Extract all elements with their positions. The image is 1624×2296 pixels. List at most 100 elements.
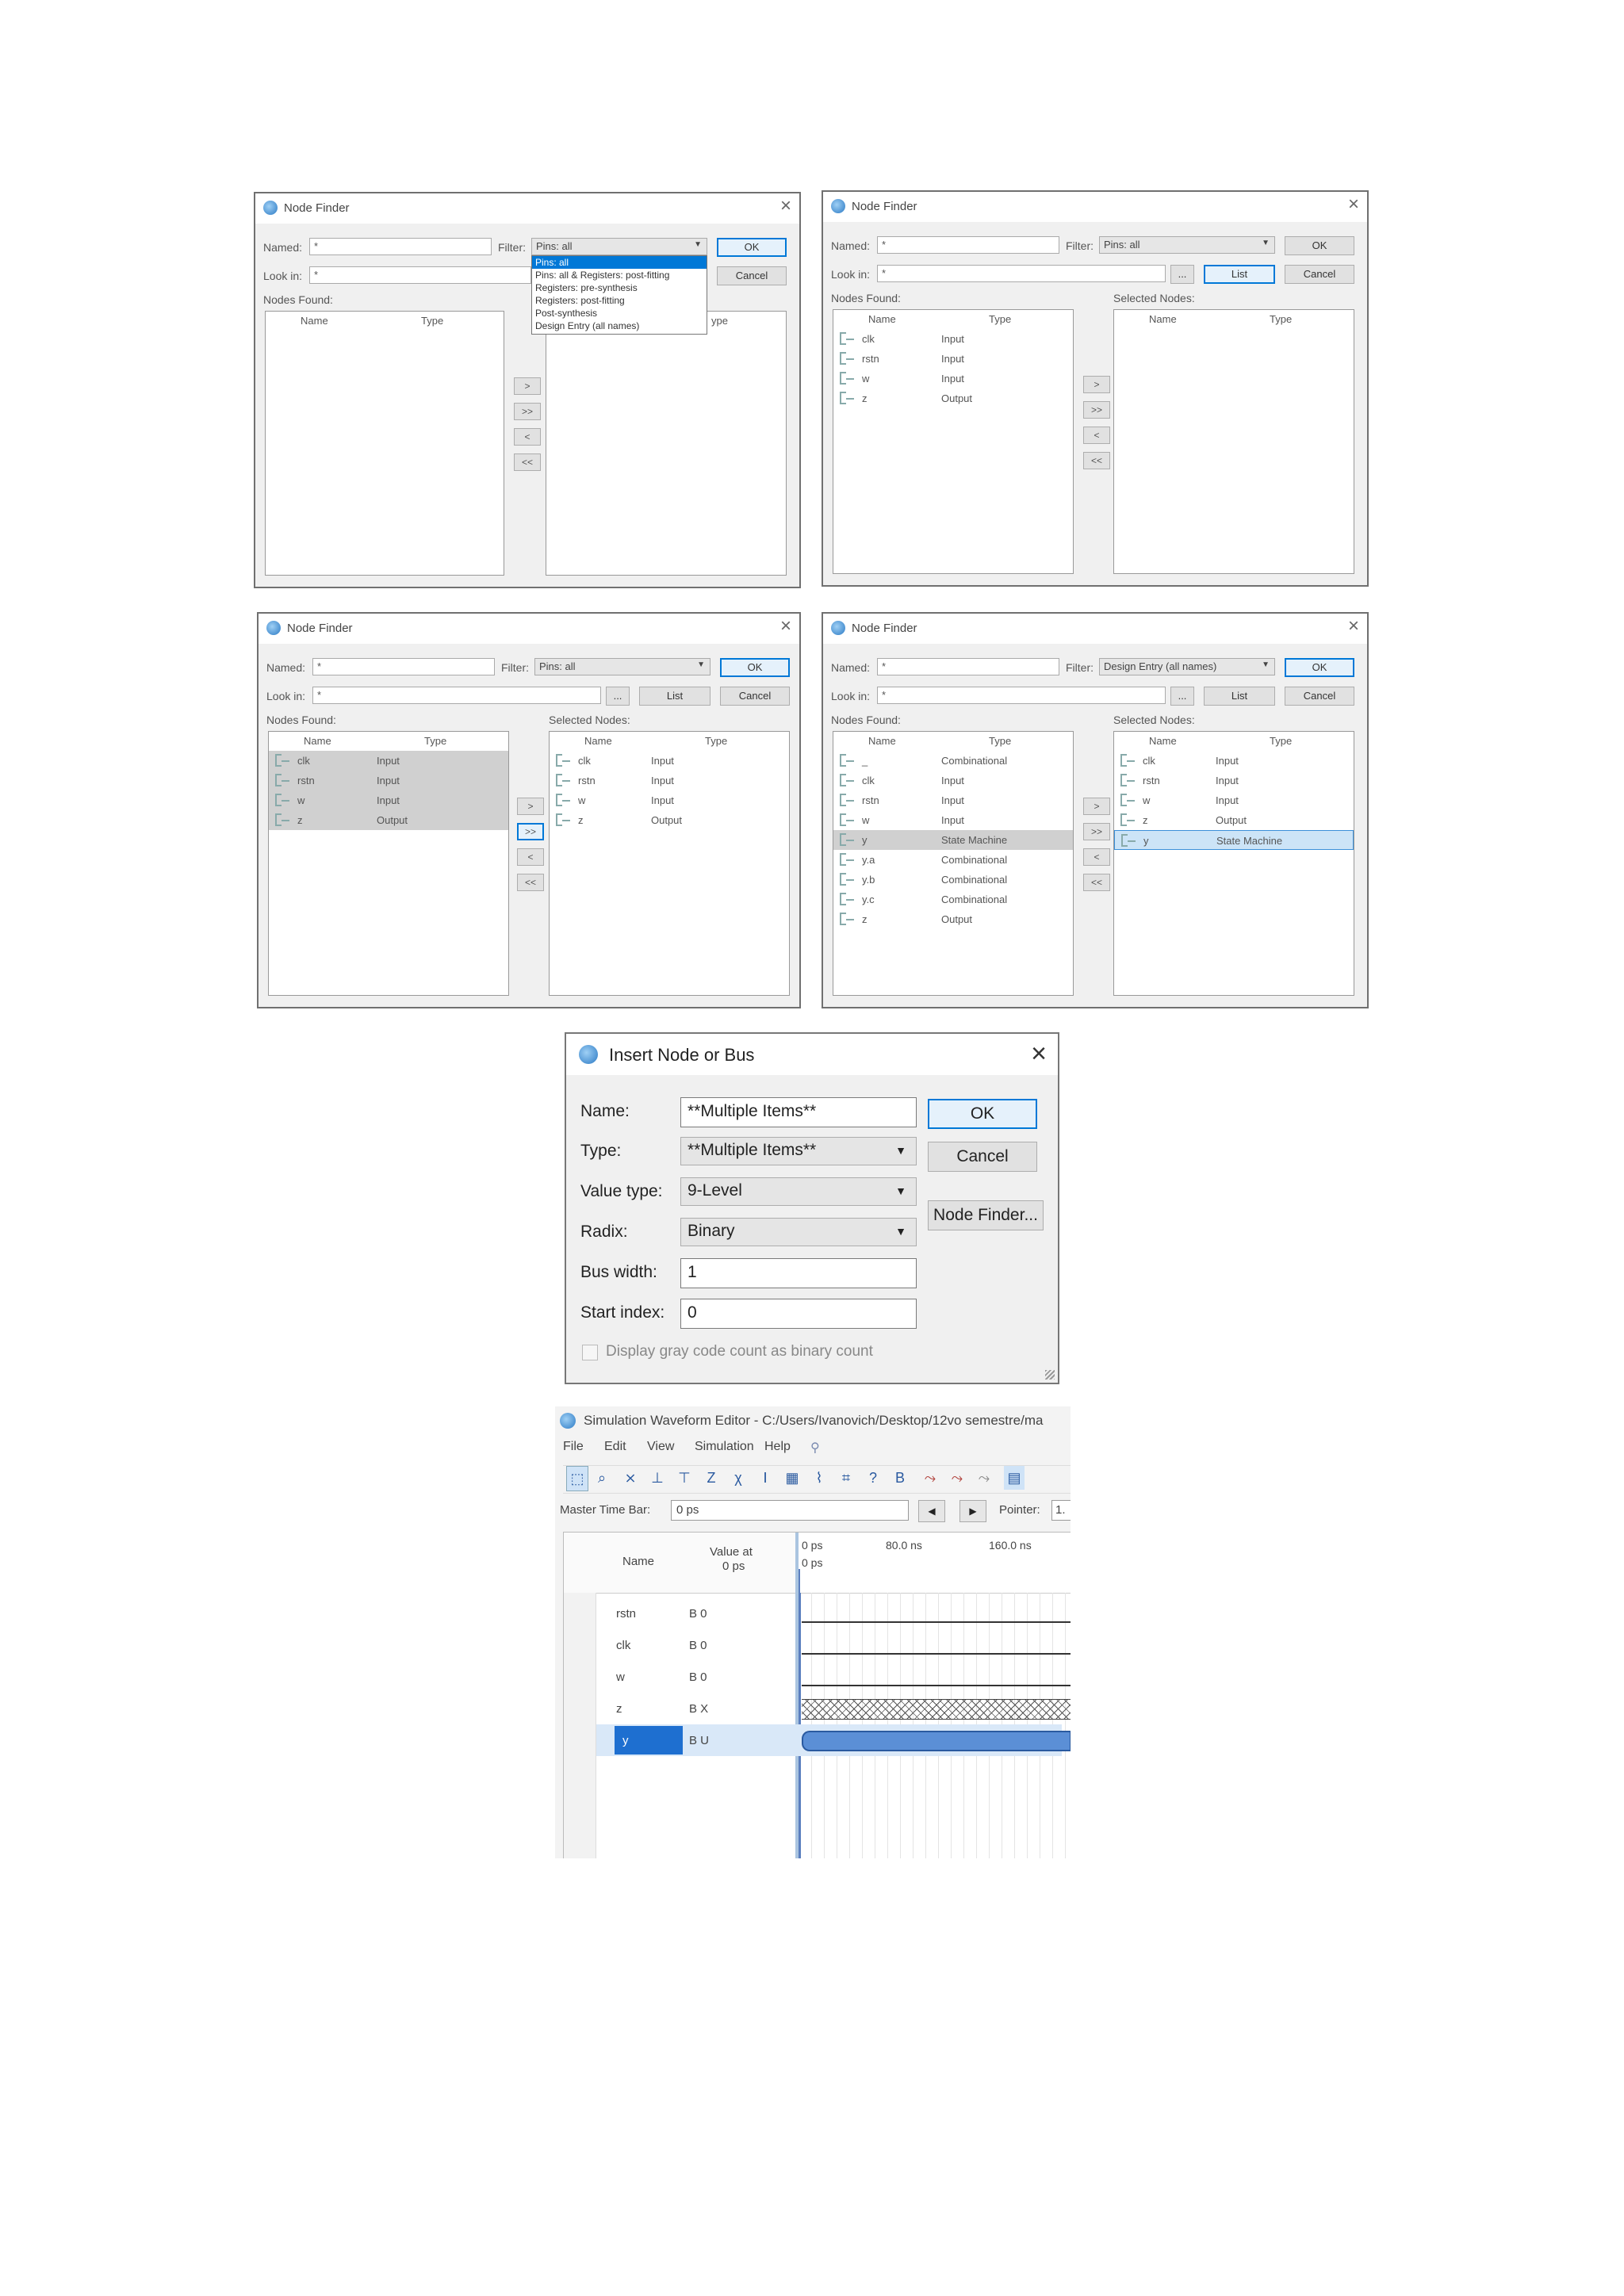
- close-icon[interactable]: ×: [1348, 195, 1359, 214]
- filter-dropdown-menu[interactable]: Pins: all Pins: all & Registers: post-fi…: [531, 255, 707, 335]
- move-left-button[interactable]: <: [514, 428, 541, 446]
- filter-option[interactable]: Registers: post-fitting: [532, 294, 707, 307]
- signal-row-clk[interactable]: clk B 0: [564, 1629, 1071, 1661]
- look-in-input[interactable]: *: [309, 266, 531, 284]
- netlist-icon[interactable]: ⤳: [974, 1466, 994, 1490]
- list-item[interactable]: z Output: [1114, 810, 1354, 830]
- move-all-right-button[interactable]: >>: [514, 403, 541, 420]
- move-all-left-button[interactable]: <<: [1083, 874, 1110, 891]
- type-column-header[interactable]: Type: [989, 313, 1011, 325]
- type-column-header[interactable]: Type: [1270, 313, 1292, 325]
- move-all-right-button[interactable]: >>: [1083, 401, 1110, 419]
- forcing-high-icon[interactable]: ⊤: [674, 1466, 695, 1490]
- type-column-header[interactable]: Type: [1270, 735, 1292, 747]
- arbitrary-value-icon[interactable]: ⌗: [836, 1466, 856, 1490]
- cancel-button[interactable]: Cancel: [720, 687, 790, 706]
- move-left-button[interactable]: <: [517, 848, 544, 866]
- list-button[interactable]: List: [639, 687, 710, 706]
- type-column-header[interactable]: Type: [421, 315, 443, 327]
- node-finder-button[interactable]: Node Finder...: [928, 1200, 1044, 1230]
- filter-option[interactable]: Pins: all: [532, 256, 707, 269]
- name-input[interactable]: **Multiple Items**: [680, 1097, 917, 1127]
- look-in-input[interactable]: *: [312, 687, 601, 704]
- browse-button[interactable]: ...: [606, 687, 630, 706]
- previous-transition-icon[interactable]: ◀: [918, 1500, 945, 1522]
- list-item[interactable]: rstn Input: [1114, 771, 1354, 790]
- close-icon[interactable]: ×: [1348, 617, 1359, 636]
- list-item[interactable]: z Output: [833, 909, 1073, 929]
- move-right-button[interactable]: >: [1083, 376, 1110, 393]
- move-right-button[interactable]: >: [514, 377, 541, 395]
- next-transition-icon[interactable]: ▶: [959, 1500, 986, 1522]
- zoom-tool-icon[interactable]: ⌕: [592, 1466, 612, 1490]
- waveform-view-icon[interactable]: ▤: [1004, 1466, 1025, 1490]
- menu-view[interactable]: View: [647, 1440, 674, 1454]
- move-right-button[interactable]: >: [517, 798, 544, 815]
- name-column-header[interactable]: Name: [868, 735, 896, 747]
- named-input[interactable]: *: [877, 658, 1059, 675]
- gray-code-checkbox[interactable]: [582, 1345, 598, 1360]
- selection-tool-icon[interactable]: ⬚: [566, 1466, 588, 1491]
- filter-dropdown[interactable]: Pins: all ▼: [534, 658, 710, 675]
- list-item[interactable]: _ Combinational: [833, 751, 1073, 771]
- list-item[interactable]: w Input: [833, 810, 1073, 830]
- nodes-found-list[interactable]: Name Type clk Input rstn Input w Input z Outp…: [833, 309, 1074, 574]
- list-item[interactable]: z Output: [269, 810, 508, 830]
- list-button[interactable]: List: [1204, 687, 1275, 706]
- nodes-found-list[interactable]: Name Type clk Input rstn Input w Input z Outp…: [268, 731, 509, 996]
- type-column-header[interactable]: Type: [424, 735, 446, 747]
- close-icon[interactable]: ×: [780, 197, 791, 216]
- name-column-header[interactable]: Name: [301, 315, 328, 327]
- list-item[interactable]: y State Machine: [1114, 830, 1354, 850]
- cancel-button[interactable]: Cancel: [928, 1142, 1037, 1172]
- list-item[interactable]: w Input: [833, 369, 1073, 388]
- filter-dropdown[interactable]: Pins: all ▼: [1099, 236, 1275, 254]
- name-column-header[interactable]: Name: [304, 735, 331, 747]
- bus-width-input[interactable]: 1: [680, 1258, 917, 1288]
- resize-grip-icon[interactable]: [1045, 1370, 1055, 1380]
- waveform-bus-uninitialized[interactable]: [802, 1731, 1071, 1751]
- filter-dropdown[interactable]: Design Entry (all names) ▼: [1099, 658, 1275, 675]
- selected-nodes-list[interactable]: Name Type clk Input rstn Input w Input z Outp…: [1113, 731, 1354, 996]
- list-item[interactable]: z Output: [833, 388, 1073, 408]
- type-dropdown[interactable]: **Multiple Items** ▼: [680, 1137, 917, 1165]
- nodes-found-list[interactable]: Name Type _ Combinational clk Input rstn Inp…: [833, 731, 1074, 996]
- menu-simulation[interactable]: Simulation: [695, 1440, 754, 1454]
- name-column-header[interactable]: Name: [1149, 735, 1177, 747]
- start-index-input[interactable]: 0: [680, 1299, 917, 1329]
- name-column-header[interactable]: Name: [622, 1555, 654, 1568]
- list-item[interactable]: w Input: [269, 790, 508, 810]
- timing-simulation-icon[interactable]: ⤳: [947, 1466, 967, 1490]
- selected-nodes-list[interactable]: Name Type clk Input rstn Input w Input z Outp…: [549, 731, 790, 996]
- signal-row-z[interactable]: z B X: [564, 1693, 1071, 1724]
- move-all-left-button[interactable]: <<: [517, 874, 544, 891]
- list-item[interactable]: y.a Combinational: [833, 850, 1073, 870]
- signal-row-w[interactable]: w B 0: [564, 1661, 1071, 1693]
- selected-nodes-list[interactable]: ype: [546, 311, 787, 576]
- list-item[interactable]: w Input: [550, 790, 789, 810]
- ok-button[interactable]: OK: [717, 238, 787, 257]
- list-item[interactable]: rstn Input: [833, 349, 1073, 369]
- forcing-low-icon[interactable]: ⊥: [647, 1466, 668, 1490]
- filter-option[interactable]: Design Entry (all names): [532, 320, 707, 332]
- name-column-header[interactable]: Name: [584, 735, 612, 747]
- filter-option[interactable]: Post-synthesis: [532, 307, 707, 320]
- look-in-input[interactable]: *: [877, 265, 1166, 282]
- list-item[interactable]: rstn Input: [550, 771, 789, 790]
- filter-option[interactable]: Pins: all & Registers: post-fitting: [532, 269, 707, 281]
- look-in-input[interactable]: *: [877, 687, 1166, 704]
- list-item[interactable]: clk Input: [833, 771, 1073, 790]
- list-item[interactable]: y.b Combinational: [833, 870, 1073, 890]
- move-left-button[interactable]: <: [1083, 427, 1110, 444]
- named-input[interactable]: *: [312, 658, 495, 675]
- functional-simulation-icon[interactable]: ⤳: [920, 1466, 940, 1490]
- waveform-low[interactable]: [802, 1653, 1071, 1655]
- radix-dropdown[interactable]: Binary ▼: [680, 1218, 917, 1246]
- nodes-found-list[interactable]: Name Type: [265, 311, 504, 576]
- count-value-icon[interactable]: ▦: [782, 1466, 802, 1490]
- cancel-button[interactable]: Cancel: [1285, 265, 1354, 284]
- master-time-bar-input[interactable]: 0 ps: [671, 1500, 909, 1521]
- filter-option[interactable]: Registers: pre-synthesis: [532, 281, 707, 294]
- list-item[interactable]: w Input: [1114, 790, 1354, 810]
- close-icon[interactable]: ×: [780, 617, 791, 636]
